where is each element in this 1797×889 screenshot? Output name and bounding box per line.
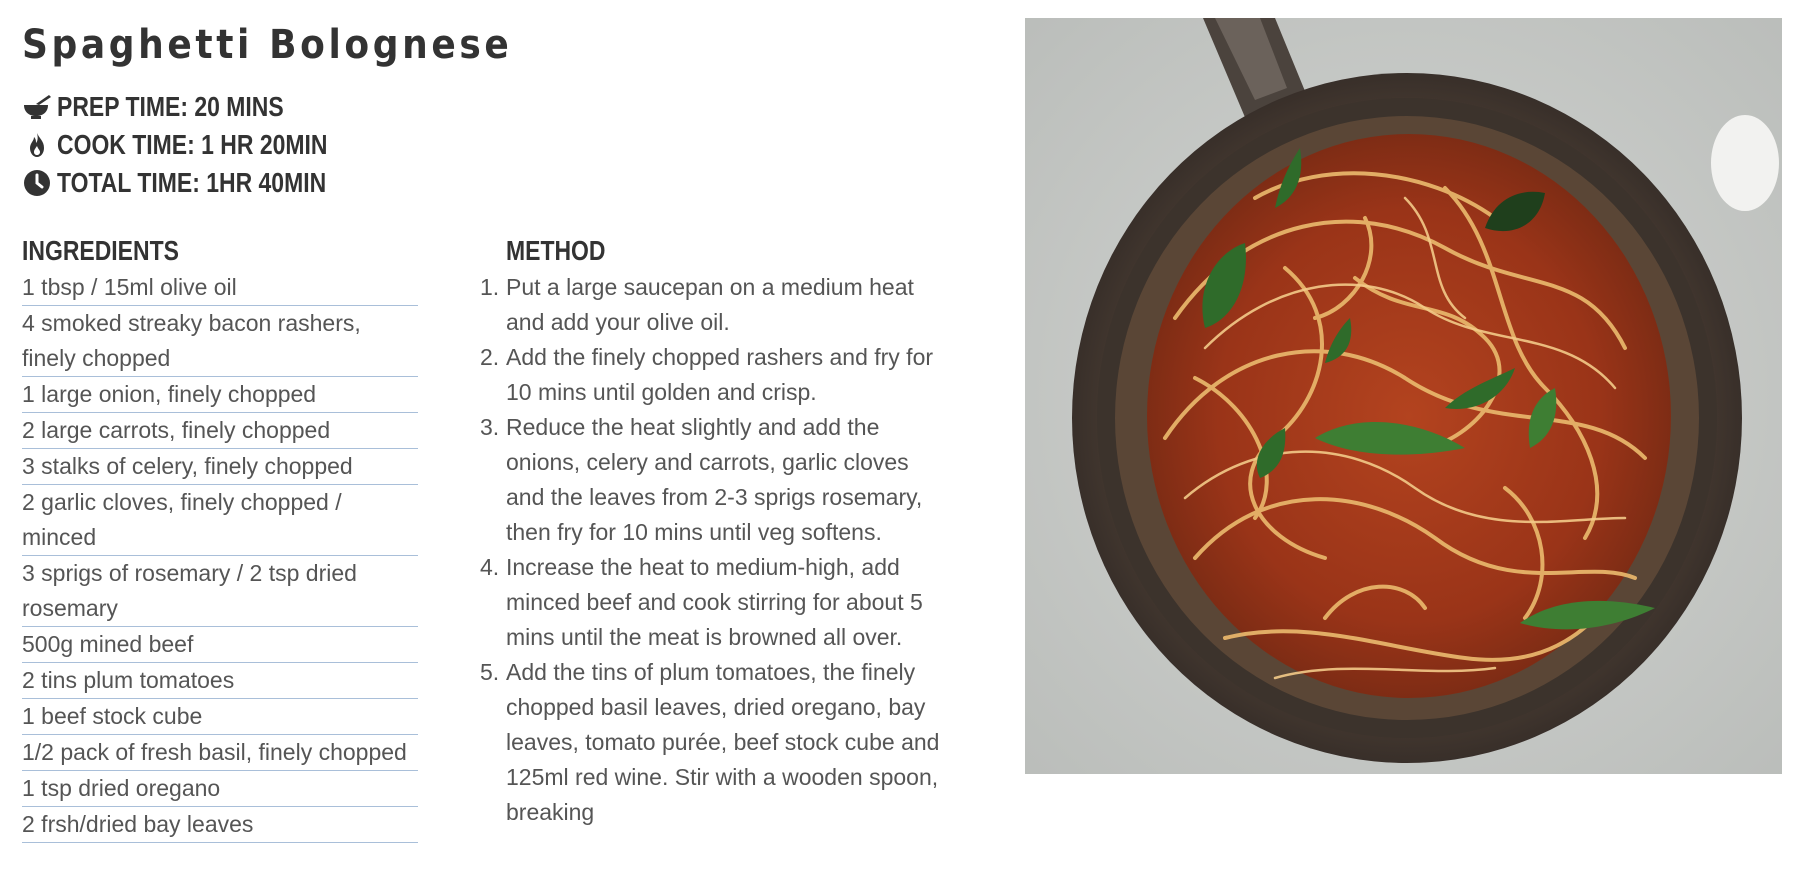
step-number: 5. [480,659,500,685]
step-number: 1. [480,274,500,300]
step-text: Increase the heat to medium-high, add mi… [506,554,923,650]
ingredient-item: 3 sprigs of rosemary / 2 tsp dried rosem… [22,556,418,627]
flame-icon [22,130,52,160]
ingredients-heading: INGREDIENTS [22,235,179,266]
method-step: 4. Increase the heat to medium-high, add… [480,550,946,655]
step-number: 4. [480,554,500,580]
method-step: 2. Add the finely chopped rashers and fr… [480,340,946,410]
ingredient-item: 2 frsh/dried bay leaves [22,807,418,843]
ingredient-item: 2 garlic cloves, finely chopped / minced [22,485,418,556]
prep-time-label: PREP TIME: 20 MINS [57,91,284,122]
ingredients-list: 1 tbsp / 15ml olive oil 4 smoked streaky… [22,270,418,843]
method-step: 3. Reduce the heat slightly and add the … [480,410,946,550]
step-text: Add the tins of plum tomatoes, the finel… [506,659,940,825]
ingredient-item: 1 large onion, finely chopped [22,377,418,413]
ingredient-item: 1 tsp dried oregano [22,771,418,807]
mortar-bowl-icon [22,92,52,122]
ingredient-item: 4 smoked streaky bacon rashers, finely c… [22,306,418,377]
recipe-title: Spaghetti Bolognese [22,22,513,68]
total-time-row: TOTAL TIME: 1HR 40MIN [22,164,982,202]
step-text: Add the finely chopped rashers and fry f… [506,344,934,405]
method-list: 1. Put a large saucepan on a medium heat… [480,270,946,830]
ingredient-item: 3 stalks of celery, finely chopped [22,449,418,485]
clock-icon [22,168,52,198]
method-section: METHOD 1. Put a large saucepan on a medi… [480,234,946,830]
step-text: Reduce the heat slightly and add the oni… [506,414,923,545]
cook-time-row: COOK TIME: 1 HR 20MIN [22,126,982,164]
ingredients-section: INGREDIENTS 1 tbsp / 15ml olive oil 4 sm… [22,234,418,843]
step-text: Put a large saucepan on a medium heat an… [506,274,914,335]
step-number: 3. [480,414,500,440]
prep-time-row: PREP TIME: 20 MINS [22,88,982,126]
method-step: 1. Put a large saucepan on a medium heat… [480,270,946,340]
step-number: 2. [480,344,500,370]
recipe-photo [1025,18,1782,774]
method-heading: METHOD [506,235,606,266]
cook-time-label: COOK TIME: 1 HR 20MIN [57,129,328,160]
ingredient-item: 2 large carrots, finely chopped [22,413,418,449]
ingredient-item: 1/2 pack of fresh basil, finely chopped [22,735,418,771]
spaghetti-pan-illustration [1025,18,1782,774]
method-step: 5. Add the tins of plum tomatoes, the fi… [480,655,946,830]
ingredient-item: 2 tins plum tomatoes [22,663,418,699]
ingredient-item: 500g mined beef [22,627,418,663]
ingredient-item: 1 beef stock cube [22,699,418,735]
total-time-label: TOTAL TIME: 1HR 40MIN [57,167,327,198]
recipe-times: PREP TIME: 20 MINS COOK TIME: 1 HR 20MIN… [22,88,982,202]
ingredient-item: 1 tbsp / 15ml olive oil [22,270,418,306]
recipe-text-column: Spaghetti Bolognese PREP TIME: 20 MINS C… [22,0,982,843]
